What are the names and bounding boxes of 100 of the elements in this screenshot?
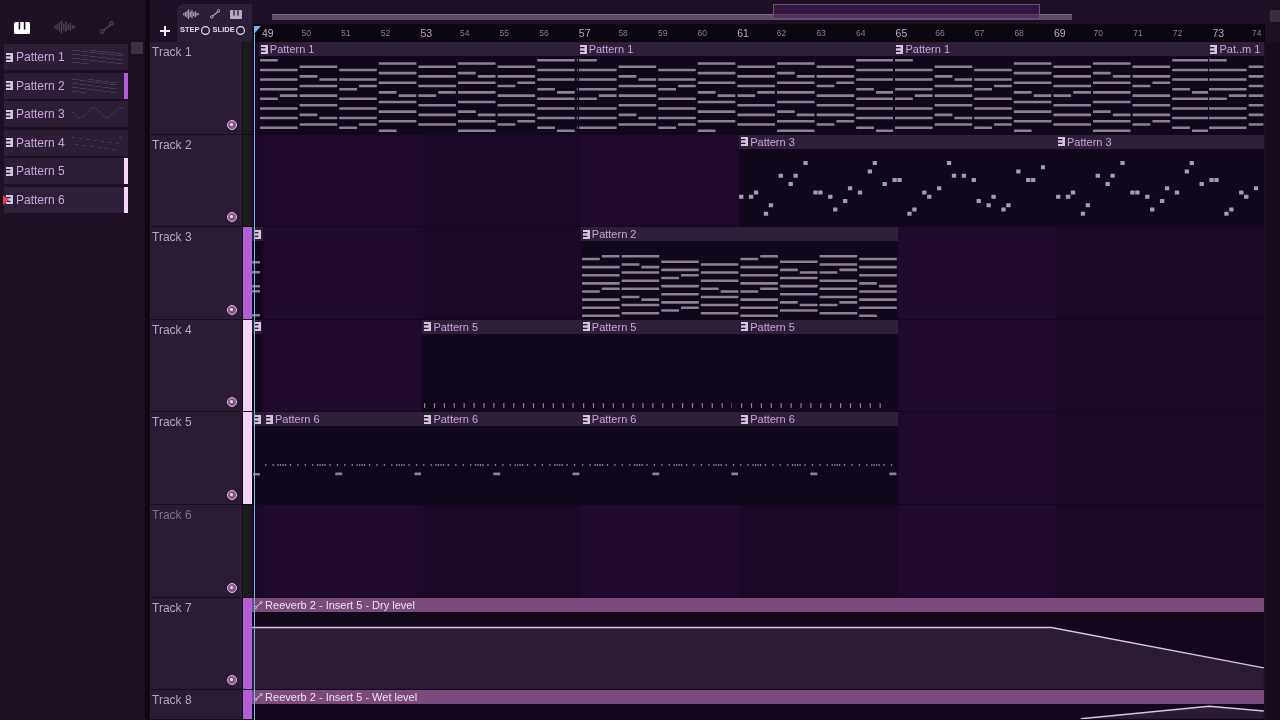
pattern-clip[interactable]: Pattern 1 [258, 42, 578, 134]
track-name: Track 7 [152, 600, 192, 615]
pattern-name: Pattern 6 [16, 192, 65, 207]
overview-scrollbar[interactable] [272, 14, 1072, 20]
track-header[interactable]: Track 1 [150, 42, 243, 135]
track-name: Track 4 [152, 322, 192, 337]
connected-dots-icon[interactable] [209, 9, 220, 19]
pattern-clip[interactable] [252, 412, 264, 504]
clip-label: Pattern 1 [269, 43, 315, 55]
timeline-ruler[interactable]: 49 50 51 52 53 54 55 56 57 58 59 60 61 62 63 64 65 66 67 68 69 70 71 72 73 74 [253, 24, 1265, 42]
clip-label: Pattern 3 [750, 135, 795, 148]
pattern-icon [896, 44, 904, 54]
clip-label: Reeverb 2 - Insert 5 - Dry level [265, 598, 415, 611]
connected-dots-icon [254, 600, 264, 609]
track-mute-button[interactable] [227, 304, 237, 315]
pattern-item[interactable]: Pattern 1 [4, 44, 128, 70]
bar-number: 66 [935, 28, 945, 38]
bar-number: 53 [420, 27, 433, 39]
bar-number: 54 [460, 28, 470, 38]
plus-icon[interactable] [160, 26, 170, 36]
pattern-icon [6, 109, 13, 119]
pattern-item[interactable]: Pattern 3 [4, 101, 128, 128]
pattern-icon [6, 138, 13, 148]
bar-number: 70 [1093, 28, 1104, 38]
pattern-icon [741, 322, 749, 332]
bar-number: 71 [1133, 28, 1143, 38]
pattern-icon [582, 229, 590, 239]
bar-number: 52 [380, 28, 391, 38]
bar-number: 73 [1212, 27, 1225, 39]
pattern-item[interactable]: Pattern 5 [4, 158, 128, 185]
piano-keys-icon[interactable] [14, 22, 30, 34]
pattern-clip[interactable] [252, 227, 263, 319]
pattern-clip[interactable]: Pattern 6 [739, 412, 898, 504]
automation-clip[interactable]: Reeverb 2 - Insert 5 - Dry level [252, 597, 1264, 690]
pattern-clip[interactable]: Pattern 6 [422, 412, 581, 504]
track-mute-button[interactable] [227, 119, 237, 130]
bar-number: 58 [618, 28, 628, 38]
clip-label: Pattern 5 [591, 320, 637, 333]
track-mute-button[interactable] [227, 212, 237, 223]
pattern-clip[interactable]: Pattern 6 [580, 412, 740, 504]
pattern-clip[interactable]: Pattern 2 [580, 227, 898, 319]
connected-dots-icon [254, 693, 264, 702]
automation-envelope[interactable] [1080, 705, 1264, 719]
track-header[interactable]: Track 2 [150, 134, 243, 228]
bar-number: 59 [658, 28, 668, 38]
track-header[interactable]: Track 6 [150, 504, 243, 598]
pattern-clip[interactable]: Pattern 3 [1056, 134, 1264, 227]
pattern-clip[interactable]: Pat..m 1 [1208, 42, 1264, 134]
track-mute-button[interactable] [227, 397, 237, 408]
scrollbar-handle[interactable] [1270, 10, 1280, 22]
clip-label: Pattern 6 [275, 413, 320, 426]
bar-number: 55 [499, 28, 510, 38]
pattern-clip[interactable]: Pattern 5 [580, 319, 740, 412]
vertical-scrollbar[interactable] [1265, 42, 1280, 720]
selection-arrow-icon [3, 194, 9, 205]
track-name: Track 6 [152, 507, 192, 522]
pattern-icon [579, 44, 587, 54]
track-header[interactable]: Track 4 [150, 319, 243, 413]
track-header[interactable]: Track 7 [150, 597, 243, 691]
track-header[interactable]: Track 5 [150, 412, 243, 505]
track-name: Track 8 [152, 693, 192, 708]
bar-number: 51 [341, 28, 351, 38]
bar-number: 61 [737, 27, 749, 39]
track-header[interactable]: Track 8 [150, 690, 243, 720]
pattern-clip[interactable]: Pattern 1 [577, 42, 895, 134]
pattern-item[interactable]: Pattern 4 [4, 129, 128, 156]
pattern-clip[interactable]: Pattern 3 [739, 134, 1056, 227]
pattern-preview-drawing [71, 47, 124, 67]
track-mute-button[interactable] [227, 582, 237, 593]
clip-label: Pattern 5 [433, 320, 479, 333]
clip-label: Pattern 1 [588, 43, 634, 55]
track-header[interactable]: Track 3 [150, 227, 243, 320]
track-mute-button[interactable] [227, 489, 237, 500]
pattern-icon [424, 414, 432, 424]
notes-drawing [252, 261, 261, 317]
track-mute-button[interactable] [227, 675, 237, 686]
pattern-clip[interactable] [252, 319, 263, 412]
scrollbar-thumb[interactable] [131, 42, 143, 54]
automation-clip[interactable]: Reeverb 2 - Insert 5 - Wet level [252, 690, 1264, 719]
bar-number: 56 [539, 28, 549, 38]
pattern-clip[interactable]: Pattern 5 [422, 319, 581, 412]
pattern-name: Pattern 4 [16, 135, 65, 150]
pattern-icon [6, 195, 13, 205]
bar-number: 63 [816, 28, 826, 38]
bar-number: 74 [1252, 28, 1262, 38]
pattern-name: Pattern 3 [16, 107, 65, 122]
pattern-item[interactable]: Pattern 6 [4, 186, 128, 213]
pattern-clip[interactable]: Pattern 5 [739, 319, 898, 412]
pattern-item[interactable]: Pattern 2 [4, 72, 128, 99]
bar-number: 64 [856, 28, 866, 38]
piano-keys-icon[interactable] [230, 9, 242, 19]
pattern-clip[interactable]: Pattern 6 [264, 412, 423, 504]
pattern-icon [1210, 44, 1218, 54]
connected-dots-icon[interactable] [100, 21, 114, 34]
bar-number: 69 [1054, 27, 1066, 39]
waveform-icon[interactable] [183, 8, 200, 20]
bar-number: 65 [895, 27, 908, 39]
pattern-name: Pattern 5 [16, 164, 65, 179]
playhead-marker-icon[interactable] [254, 26, 261, 34]
notes-drawing [253, 472, 261, 476]
